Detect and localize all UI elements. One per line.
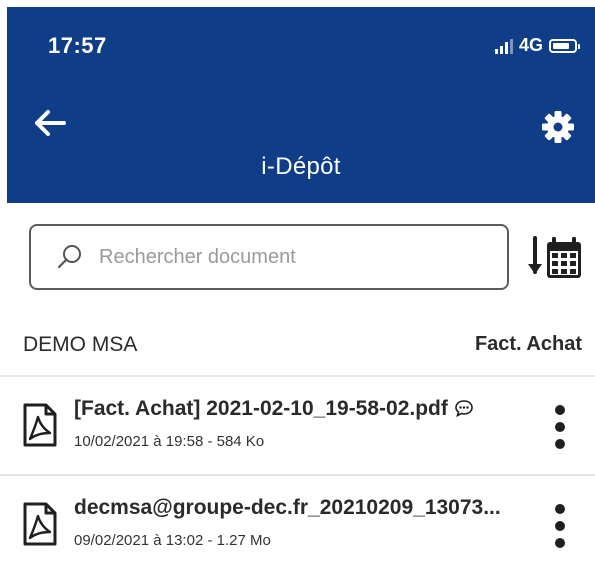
pdf-file-icon (23, 403, 57, 447)
more-vertical-icon (555, 405, 565, 449)
battery-icon (549, 38, 580, 53)
comment-icon (455, 400, 473, 417)
search-box[interactable] (29, 224, 509, 290)
page-title: i-Dépôt (261, 153, 341, 180)
search-icon (57, 245, 81, 269)
sort-by-date-button[interactable] (527, 236, 583, 280)
status-indicators: 4G (494, 35, 580, 56)
app-header: 17:57 4G i-Dépôt (7, 7, 595, 203)
document-meta: 10/02/2021 à 19:58 - 584 Ko (74, 433, 265, 450)
more-vertical-icon (555, 504, 565, 548)
document-name: decmsa@groupe-dec.fr_20210209_13073... (74, 496, 501, 519)
network-label: 4G (518, 35, 543, 55)
company-name: DEMO MSA (23, 333, 138, 356)
document-row[interactable]: decmsa@groupe-dec.fr_20210209_13073... 0… (0, 476, 595, 572)
document-name: [Fact. Achat] 2021-02-10_19-58-02.pdf (74, 397, 448, 420)
document-row[interactable]: [Fact. Achat] 2021-02-10_19-58-02.pdf 10… (0, 377, 595, 473)
gear-icon (542, 111, 574, 143)
back-button[interactable] (34, 109, 66, 137)
document-title: [Fact. Achat] 2021-02-10_19-58-02.pdf (74, 397, 474, 421)
search-input[interactable] (97, 244, 507, 270)
category-name: Fact. Achat (474, 333, 582, 355)
app-screen: 17:57 4G i-Dépôt Rechercher document DEM… (0, 0, 595, 571)
settings-button[interactable] (541, 110, 575, 144)
document-meta: 09/02/2021 à 13:02 - 1.27 Mo (74, 532, 271, 549)
signal-icon (494, 38, 513, 54)
pdf-file-icon (23, 502, 57, 546)
more-options-button[interactable] (548, 402, 572, 452)
more-options-button[interactable] (548, 501, 572, 551)
sort-calendar-icon (528, 236, 581, 278)
status-time: 17:57 (48, 33, 107, 58)
arrow-left-icon (35, 110, 66, 136)
